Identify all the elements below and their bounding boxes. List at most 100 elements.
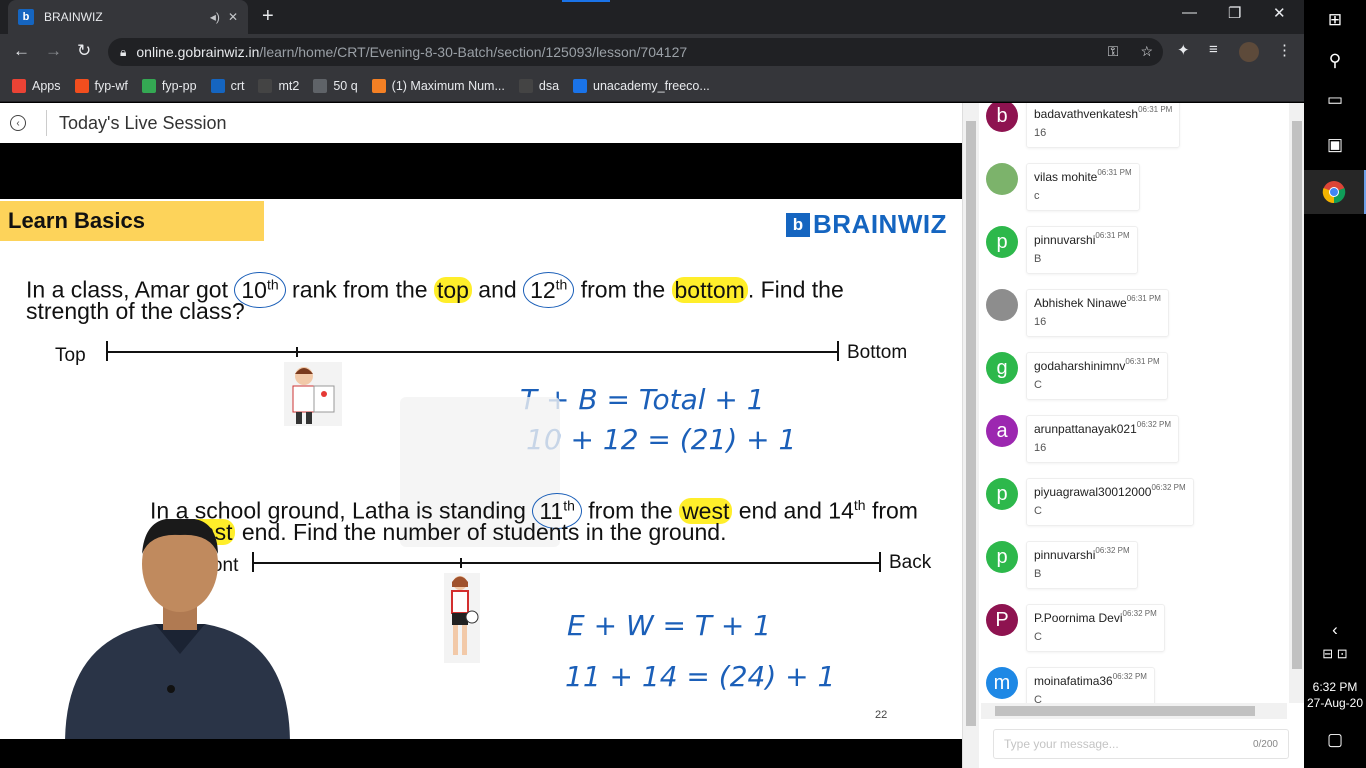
bookmark-item[interactable]: fyp-wf (74, 78, 128, 93)
page: ‹ Today's Live Session Learn Basics b BR… (0, 103, 1305, 768)
tab-close-icon[interactable]: ✕ (228, 10, 238, 24)
line-tick (837, 341, 839, 361)
line-tick (296, 347, 298, 357)
bookmark-label: dsa (538, 78, 560, 93)
bookmark-label: Apps (32, 78, 61, 93)
minimize-icon[interactable]: — (1182, 4, 1197, 21)
system-clock[interactable]: 6:32 PM 27-Aug-20 (1304, 679, 1366, 711)
header-divider (46, 110, 47, 136)
notifications-icon[interactable]: ▢ (1304, 730, 1366, 750)
clock-time: 6:32 PM (1312, 680, 1358, 694)
lock-icon: 🔒︎ (120, 44, 127, 59)
restore-icon[interactable]: ❐ (1228, 4, 1241, 22)
new-tab-button[interactable]: + (262, 5, 274, 28)
browser-tab[interactable]: b BRAINWIZ ◂) ✕ (8, 0, 248, 34)
message-text: B (1034, 568, 1042, 580)
bookmark-label: crt (230, 78, 245, 93)
avatar: p (986, 226, 1018, 258)
bookmark-item[interactable]: 50 q (313, 78, 358, 93)
search-icon[interactable]: ⚲ (1304, 51, 1366, 71)
chat-message-input[interactable] (1004, 737, 1253, 751)
sender-name: vilas mohite (1034, 170, 1098, 184)
tab-strip-indicator (562, 0, 610, 2)
line-label-back: Back (889, 552, 932, 573)
bookmark-item[interactable]: unacademy_freeco... (573, 78, 710, 93)
sender-name: moinafatima36 (1034, 674, 1113, 688)
chat-message: m moinafatima3606:32 PM C (986, 667, 1155, 703)
bookmark-item[interactable]: fyp-pp (141, 78, 197, 93)
message-text: C (1034, 505, 1042, 517)
bookmark-label: (1) Maximum Num... (391, 78, 505, 93)
chevron-left-icon[interactable]: ‹ (1304, 620, 1366, 640)
forward-arrow-icon[interactable]: → (45, 41, 62, 61)
message-time: 06:32 PM (1136, 420, 1171, 429)
terminal-icon[interactable]: ▣ (1304, 135, 1366, 155)
page-scrollbar[interactable] (963, 103, 979, 768)
chat-panel: b badavathvenkatesh06:31 PM 16 vilas mohite… (962, 103, 1305, 768)
q2-sup2: th (853, 497, 866, 513)
apps-grid-icon (12, 78, 26, 93)
bookmark-label: mt2 (278, 78, 300, 93)
stackoverflow-icon (371, 78, 386, 93)
bookmark-item[interactable]: dsa (518, 78, 560, 93)
video-player[interactable]: Learn Basics b BRAINWIZ In a class, Amar… (0, 143, 962, 768)
address-bar[interactable]: 🔒︎ online.gobrainwiz.in/learn/home/CRT/E… (108, 38, 1163, 66)
chat-horizontal-scrollbar[interactable] (981, 703, 1287, 719)
avatar: p (986, 478, 1018, 510)
extensions-icon[interactable]: ✦ (1177, 41, 1190, 59)
message-time: 06:32 PM (1112, 672, 1147, 681)
reload-icon[interactable]: ↻ (77, 41, 91, 61)
key-icon[interactable]: ⚿ (1108, 43, 1119, 60)
tab-title: BRAINWIZ (44, 10, 103, 24)
brainwiz-logo: b BRAINWIZ (786, 209, 947, 240)
chat-scrollbar[interactable] (1289, 103, 1305, 703)
clock-date: 27-Aug-20 (1306, 696, 1364, 710)
message-bubble: badavathvenkatesh06:31 PM 16 (1026, 103, 1181, 148)
browser-titlebar: b BRAINWIZ ◂) ✕ + — ❐ ✕ (0, 0, 1304, 34)
avatar: P (986, 604, 1018, 636)
session-header: ‹ Today's Live Session (0, 103, 962, 143)
ground-line (252, 562, 880, 564)
back-arrow-icon[interactable]: ← (13, 41, 30, 61)
bookmark-item[interactable]: crt (210, 78, 245, 93)
sender-name: piyuagrawal30012000 (1034, 485, 1152, 499)
bookmark-item[interactable]: mt2 (258, 78, 300, 93)
profile-avatar[interactable] (1239, 42, 1259, 62)
message-bubble: pinnuvarshi06:31 PM B (1026, 226, 1138, 274)
message-time: 06:31 PM (1125, 357, 1160, 366)
chrome-icon (1322, 181, 1346, 204)
sender-name: pinnuvarshi (1034, 233, 1096, 247)
task-view-icon[interactable]: ▭ (1304, 90, 1366, 110)
chat-message: P P.Poornima Devi06:32 PM C (986, 604, 1165, 654)
star-icon[interactable]: ☆ (1140, 43, 1153, 60)
q1-bottom-highlight: bottom (671, 276, 748, 303)
line-tick (460, 558, 462, 568)
back-circle-icon[interactable]: ‹ (10, 115, 26, 131)
close-window-icon[interactable]: ✕ (1273, 4, 1286, 22)
bookmark-label: fyp-wf (94, 78, 128, 93)
q1-text: and (471, 276, 524, 303)
sender-name: arunpattanayak021 (1034, 422, 1137, 436)
handwritten-equation-2: 10 + 12 = (21) + 1 (526, 423, 797, 456)
bookmark-item[interactable]: Apps (12, 78, 61, 93)
bookmark-label: 50 q (333, 78, 358, 93)
question-1-line-2: strength of the class? (26, 298, 245, 324)
line-label-bottom: Bottom (847, 342, 908, 363)
network-icon[interactable]: ⊟ ⊡ (1304, 646, 1366, 662)
tab-audio-icon[interactable]: ◂) (210, 10, 220, 24)
chat-input-box[interactable]: 0/200 (993, 729, 1289, 759)
chat-message: a arunpattanayak02106:32 PM 16 (986, 415, 1179, 465)
message-text: 16 (1034, 316, 1047, 328)
brainwiz-favicon-icon: b (18, 9, 34, 25)
line-label-top: Top (55, 345, 86, 366)
message-bubble: arunpattanayak02106:32 PM 16 (1026, 415, 1179, 463)
avatar (986, 163, 1018, 195)
bookmark-item[interactable]: (1) Maximum Num... (371, 78, 505, 93)
chrome-taskbar-icon[interactable] (1304, 170, 1366, 214)
menu-kebab-icon[interactable]: ⋮ (1277, 41, 1292, 59)
windows-start-icon[interactable]: ⊞ (1304, 10, 1366, 30)
media-control-icon[interactable]: ≡ (1209, 41, 1218, 58)
char-count: 0/200 (1252, 738, 1278, 750)
logo-text: BRAINWIZ (813, 209, 947, 239)
chat-message: b badavathvenkatesh06:31 PM 16 (986, 103, 1181, 150)
